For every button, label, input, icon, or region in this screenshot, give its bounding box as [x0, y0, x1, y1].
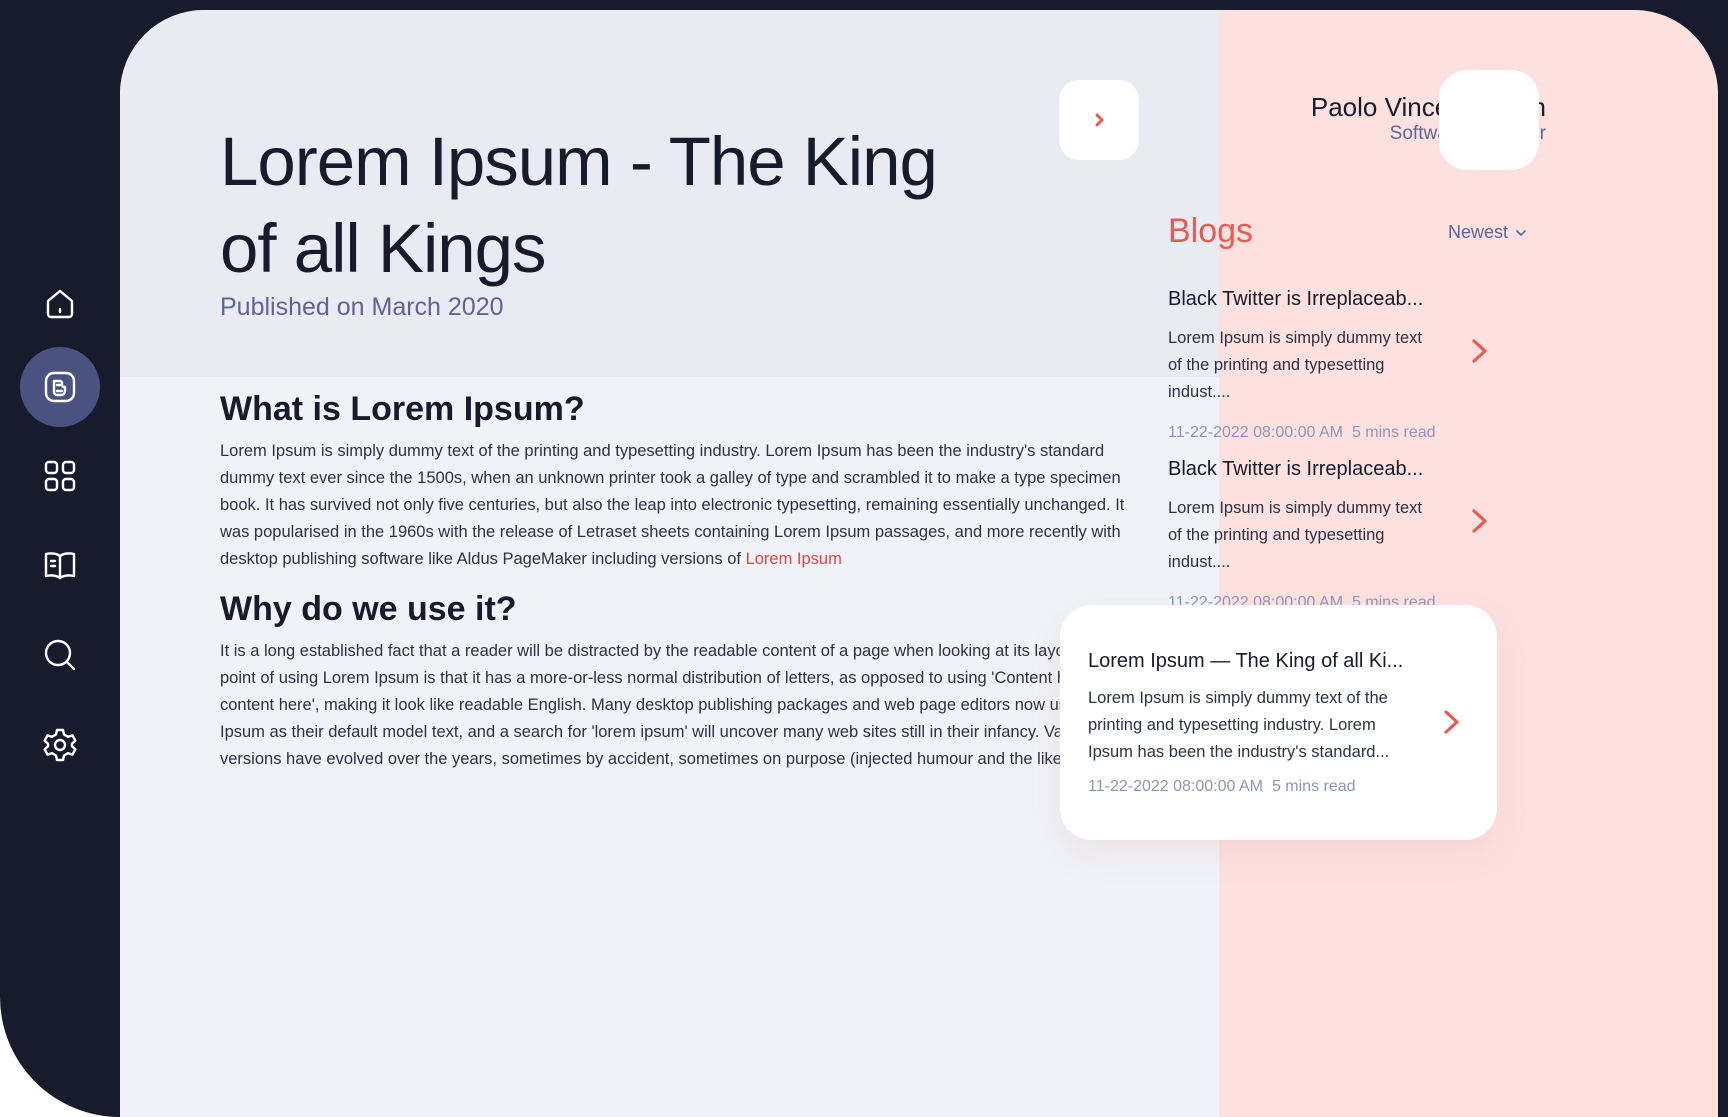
nav-dashboard[interactable]	[20, 436, 100, 516]
section-text-what: Lorem Ipsum is simply dummy text of the …	[220, 442, 1125, 568]
blog-date: 11-22-2022 08:00:00 AM	[1168, 424, 1343, 441]
nav-search[interactable]	[20, 615, 100, 695]
published-date: Published on March 2020	[220, 293, 504, 321]
blog-read-time: 5 mins read	[1351, 424, 1436, 441]
grid-icon	[44, 460, 76, 492]
settings-icon	[43, 728, 77, 762]
blogs-heading: Blogs	[1168, 212, 1254, 250]
blog-list-item[interactable]: Black Twitter is Irreplaceab... Lorem Ip…	[1168, 458, 1508, 612]
nav-home[interactable]	[20, 264, 100, 344]
article-header: Lorem Ipsum - The King of all Kings Publ…	[120, 10, 1219, 377]
sort-dropdown[interactable]: Newest	[1448, 222, 1528, 243]
blog-meta: 11-22-2022 08:00:00 AM 5 mins read	[1168, 424, 1508, 442]
page-title: Lorem Ipsum - The King of all Kings	[220, 123, 938, 287]
search-icon	[44, 639, 76, 671]
blog-title: Black Twitter is Irreplaceab...	[1168, 458, 1424, 480]
blog-read-time: 5 mins read	[1271, 778, 1356, 795]
blog-excerpt: Lorem Ipsum is simply dummy text of the …	[1168, 329, 1422, 401]
home-icon	[46, 289, 74, 319]
book-icon	[44, 552, 76, 580]
blog-card-selected[interactable]: Lorem Ipsum — The King of all Ki... Lore…	[1060, 605, 1497, 840]
sort-label: Newest	[1448, 222, 1509, 242]
section-heading-why: Why do we use it?	[220, 590, 517, 628]
blog-list-item[interactable]: Black Twitter is Irreplaceab... Lorem Ip…	[1168, 288, 1508, 442]
blog-date: 11-22-2022 08:00:00 AM	[1088, 778, 1263, 795]
collapse-panel-button[interactable]	[1059, 80, 1139, 160]
open-blog-button[interactable]	[1440, 704, 1464, 745]
blog-excerpt: Lorem Ipsum is simply dummy text of the …	[1168, 499, 1422, 571]
chevron-right-icon	[1095, 113, 1104, 127]
blog-meta: 11-22-2022 08:00:00 AM 5 mins read	[1088, 778, 1356, 796]
blog-title: Black Twitter is Irreplaceab...	[1168, 288, 1424, 310]
blog-icon	[44, 371, 76, 403]
nav-blog[interactable]	[20, 347, 100, 427]
section-heading-what: What is Lorem Ipsum?	[220, 390, 585, 428]
section-text-why: It is a long established fact that a rea…	[220, 642, 1128, 768]
open-blog-button[interactable]	[1468, 333, 1492, 374]
lorem-ipsum-link[interactable]: Lorem Ipsum	[746, 550, 842, 568]
open-blog-button[interactable]	[1468, 503, 1492, 544]
device-frame: Lorem Ipsum - The King of all Kings Publ…	[0, 0, 1728, 1117]
nav-settings[interactable]	[20, 705, 100, 785]
chevron-down-icon	[1516, 229, 1526, 236]
chevron-right-icon	[1472, 509, 1487, 533]
blog-title: Lorem Ipsum — The King of all Ki...	[1088, 650, 1404, 672]
blog-excerpt: Lorem Ipsum is simply dummy text of the …	[1088, 689, 1390, 761]
avatar[interactable]	[1439, 70, 1539, 170]
chevron-right-icon	[1472, 339, 1487, 363]
chevron-right-icon	[1444, 710, 1459, 734]
nav-library[interactable]	[20, 525, 100, 605]
